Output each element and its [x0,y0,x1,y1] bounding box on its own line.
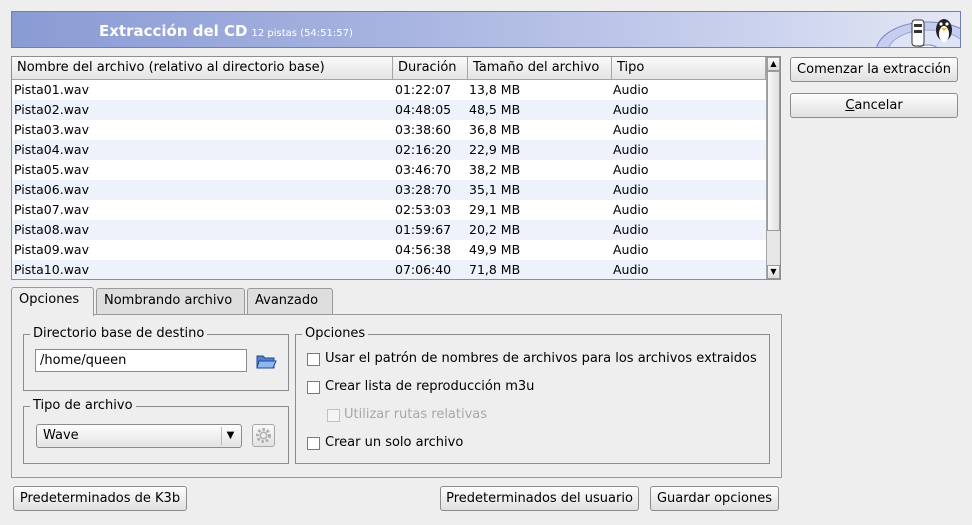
scrollbar-thumb[interactable] [767,71,780,231]
duration-cell: 01:59:67 [395,222,452,237]
column-header-duration[interactable]: Duración [393,57,468,79]
list-rows: Pista01.wav 01:22:07 13,8 MB Audio Pista02.w… [12,80,766,279]
duration-cell: 02:53:03 [395,202,452,217]
create-playlist-label[interactable]: Crear lista de reproducción m3u [325,379,534,395]
options-group: Opciones Usar el patrón de nombres de ar… [295,326,770,464]
duration-cell: 01:22:07 [395,82,452,97]
type-cell: Audio [613,182,649,197]
filename-cell: Pista07.wav [14,202,89,217]
destination-group-title: Directorio base de destino [30,326,208,342]
relative-paths-label: Utilizar rutas relativas [344,407,488,422]
track-file-list[interactable]: Nombre del archivo (relativo al director… [11,56,781,280]
type-cell: Audio [613,82,649,97]
filename-cell: Pista03.wav [14,122,89,137]
start-ripping-button[interactable]: Comenzar la extracción [790,57,958,82]
size-cell: 38,2 MB [469,162,521,177]
table-row[interactable]: Pista09.wav 04:56:38 49,9 MB Audio [12,240,766,260]
type-cell: Audio [613,262,649,277]
type-cell: Audio [613,122,649,137]
table-row[interactable]: Pista07.wav 02:53:03 29,1 MB Audio [12,200,766,220]
size-cell: 29,1 MB [469,202,521,217]
k3b-defaults-button[interactable]: Predeterminados de K3b [13,486,187,511]
filetype-selected-value: Wave [43,428,79,443]
create-playlist-checkbox[interactable] [307,381,320,394]
table-row[interactable]: Pista04.wav 02:16:20 22,9 MB Audio [12,140,766,160]
tab-options[interactable]: Opciones [11,287,94,316]
duration-cell: 03:46:70 [395,162,452,177]
user-defaults-button[interactable]: Predeterminados del usuario [440,486,639,511]
type-cell: Audio [613,142,649,157]
relative-paths-checkbox [327,409,340,422]
filetype-group: Tipo de archivo Wave ▼ [23,398,289,464]
size-cell: 48,5 MB [469,102,521,117]
use-pattern-label[interactable]: Usar el patrón de nombres de archivos pa… [325,351,757,367]
filename-cell: Pista09.wav [14,242,89,257]
duration-cell: 02:16:20 [395,142,452,157]
list-scrollbar[interactable]: ▲ ▼ [766,57,780,279]
table-row[interactable]: Pista05.wav 03:46:70 38,2 MB Audio [12,160,766,180]
tab-advanced[interactable]: Avanzado [247,288,333,314]
type-cell: Audio [613,242,649,257]
column-header-filename[interactable]: Nombre del archivo (relativo al director… [12,57,393,79]
size-cell: 22,9 MB [469,142,521,157]
size-cell: 13,8 MB [469,82,521,97]
single-file-checkbox[interactable] [307,437,320,450]
table-row[interactable]: Pista08.wav 01:59:67 20,2 MB Audio [12,220,766,240]
k3b-logo-icon [876,19,960,47]
list-header: Nombre del archivo (relativo al director… [12,57,766,80]
scroll-down-icon[interactable]: ▼ [767,265,780,279]
table-row[interactable]: Pista10.wav 07:06:40 71,8 MB Audio [12,260,766,279]
column-header-size[interactable]: Tamaño del archivo [468,57,612,79]
duration-cell: 03:38:60 [395,122,452,137]
header-banner: Extracción del CD 12 pistas (54:51:57) [11,11,961,48]
options-group-title: Opciones [302,326,369,342]
use-pattern-checkbox[interactable] [307,353,320,366]
filename-cell: Pista01.wav [14,82,89,97]
filename-cell: Pista06.wav [14,182,89,197]
filename-cell: Pista10.wav [14,262,89,277]
type-cell: Audio [613,162,649,177]
save-options-button[interactable]: Guardar opciones [650,486,779,511]
filename-cell: Pista08.wav [14,222,89,237]
filename-cell: Pista05.wav [14,162,89,177]
size-cell: 36,8 MB [469,122,521,137]
type-cell: Audio [613,222,649,237]
single-file-label[interactable]: Crear un solo archivo [325,435,463,451]
type-cell: Audio [613,202,649,217]
folder-open-icon[interactable] [255,350,277,372]
table-row[interactable]: Pista02.wav 04:48:05 48,5 MB Audio [12,100,766,120]
options-tab-panel: Directorio base de destino /home/queen T… [11,314,782,478]
filetype-group-title: Tipo de archivo [30,398,136,414]
filename-cell: Pista04.wav [14,142,89,157]
size-cell: 49,9 MB [469,242,521,257]
size-cell: 35,1 MB [469,182,521,197]
table-row[interactable]: Pista01.wav 01:22:07 13,8 MB Audio [12,80,766,100]
destination-path-input[interactable]: /home/queen [35,349,247,372]
filetype-select[interactable]: Wave ▼ [36,424,242,448]
column-header-type[interactable]: Tipo [612,57,766,79]
gear-icon [256,428,271,443]
type-cell: Audio [613,102,649,117]
filetype-config-button[interactable] [252,424,275,447]
cancel-button-rest: ancelar [854,98,903,113]
scroll-up-icon[interactable]: ▲ [767,57,780,71]
filename-cell: Pista02.wav [14,102,89,117]
duration-cell: 04:56:38 [395,242,452,257]
duration-cell: 07:06:40 [395,262,452,277]
chevron-down-icon[interactable]: ▼ [221,427,239,445]
tab-file-naming[interactable]: Nombrando archivo [96,288,245,314]
destination-group: Directorio base de destino /home/queen [23,326,289,391]
dialog-title: Extracción del CD 12 pistas (54:51:57) [99,22,353,40]
cancel-button[interactable]: Cancelar [790,93,958,118]
size-cell: 20,2 MB [469,222,521,237]
size-cell: 71,8 MB [469,262,521,277]
duration-cell: 03:28:70 [395,182,452,197]
table-row[interactable]: Pista03.wav 03:38:60 36,8 MB Audio [12,120,766,140]
dialog-subtitle: 12 pistas (54:51:57) [251,28,353,39]
dialog-title-text: Extracción del CD [99,22,248,40]
duration-cell: 04:48:05 [395,102,452,117]
table-row[interactable]: Pista06.wav 03:28:70 35,1 MB Audio [12,180,766,200]
